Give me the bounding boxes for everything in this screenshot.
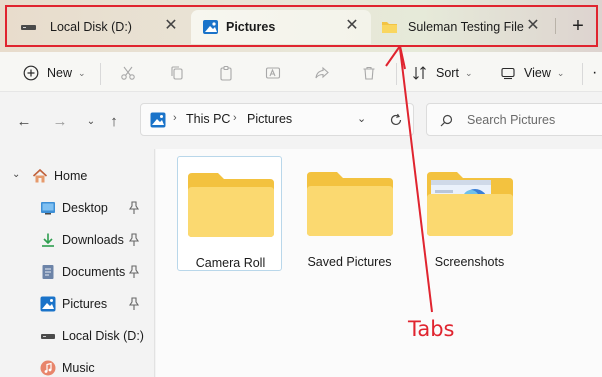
annotation-label: Tabs <box>408 317 455 341</box>
file-explorer-window: Local Disk (D:) ✕ Pictures ✕ Suleman Tes… <box>0 0 602 377</box>
annotation-arrow <box>385 45 433 313</box>
